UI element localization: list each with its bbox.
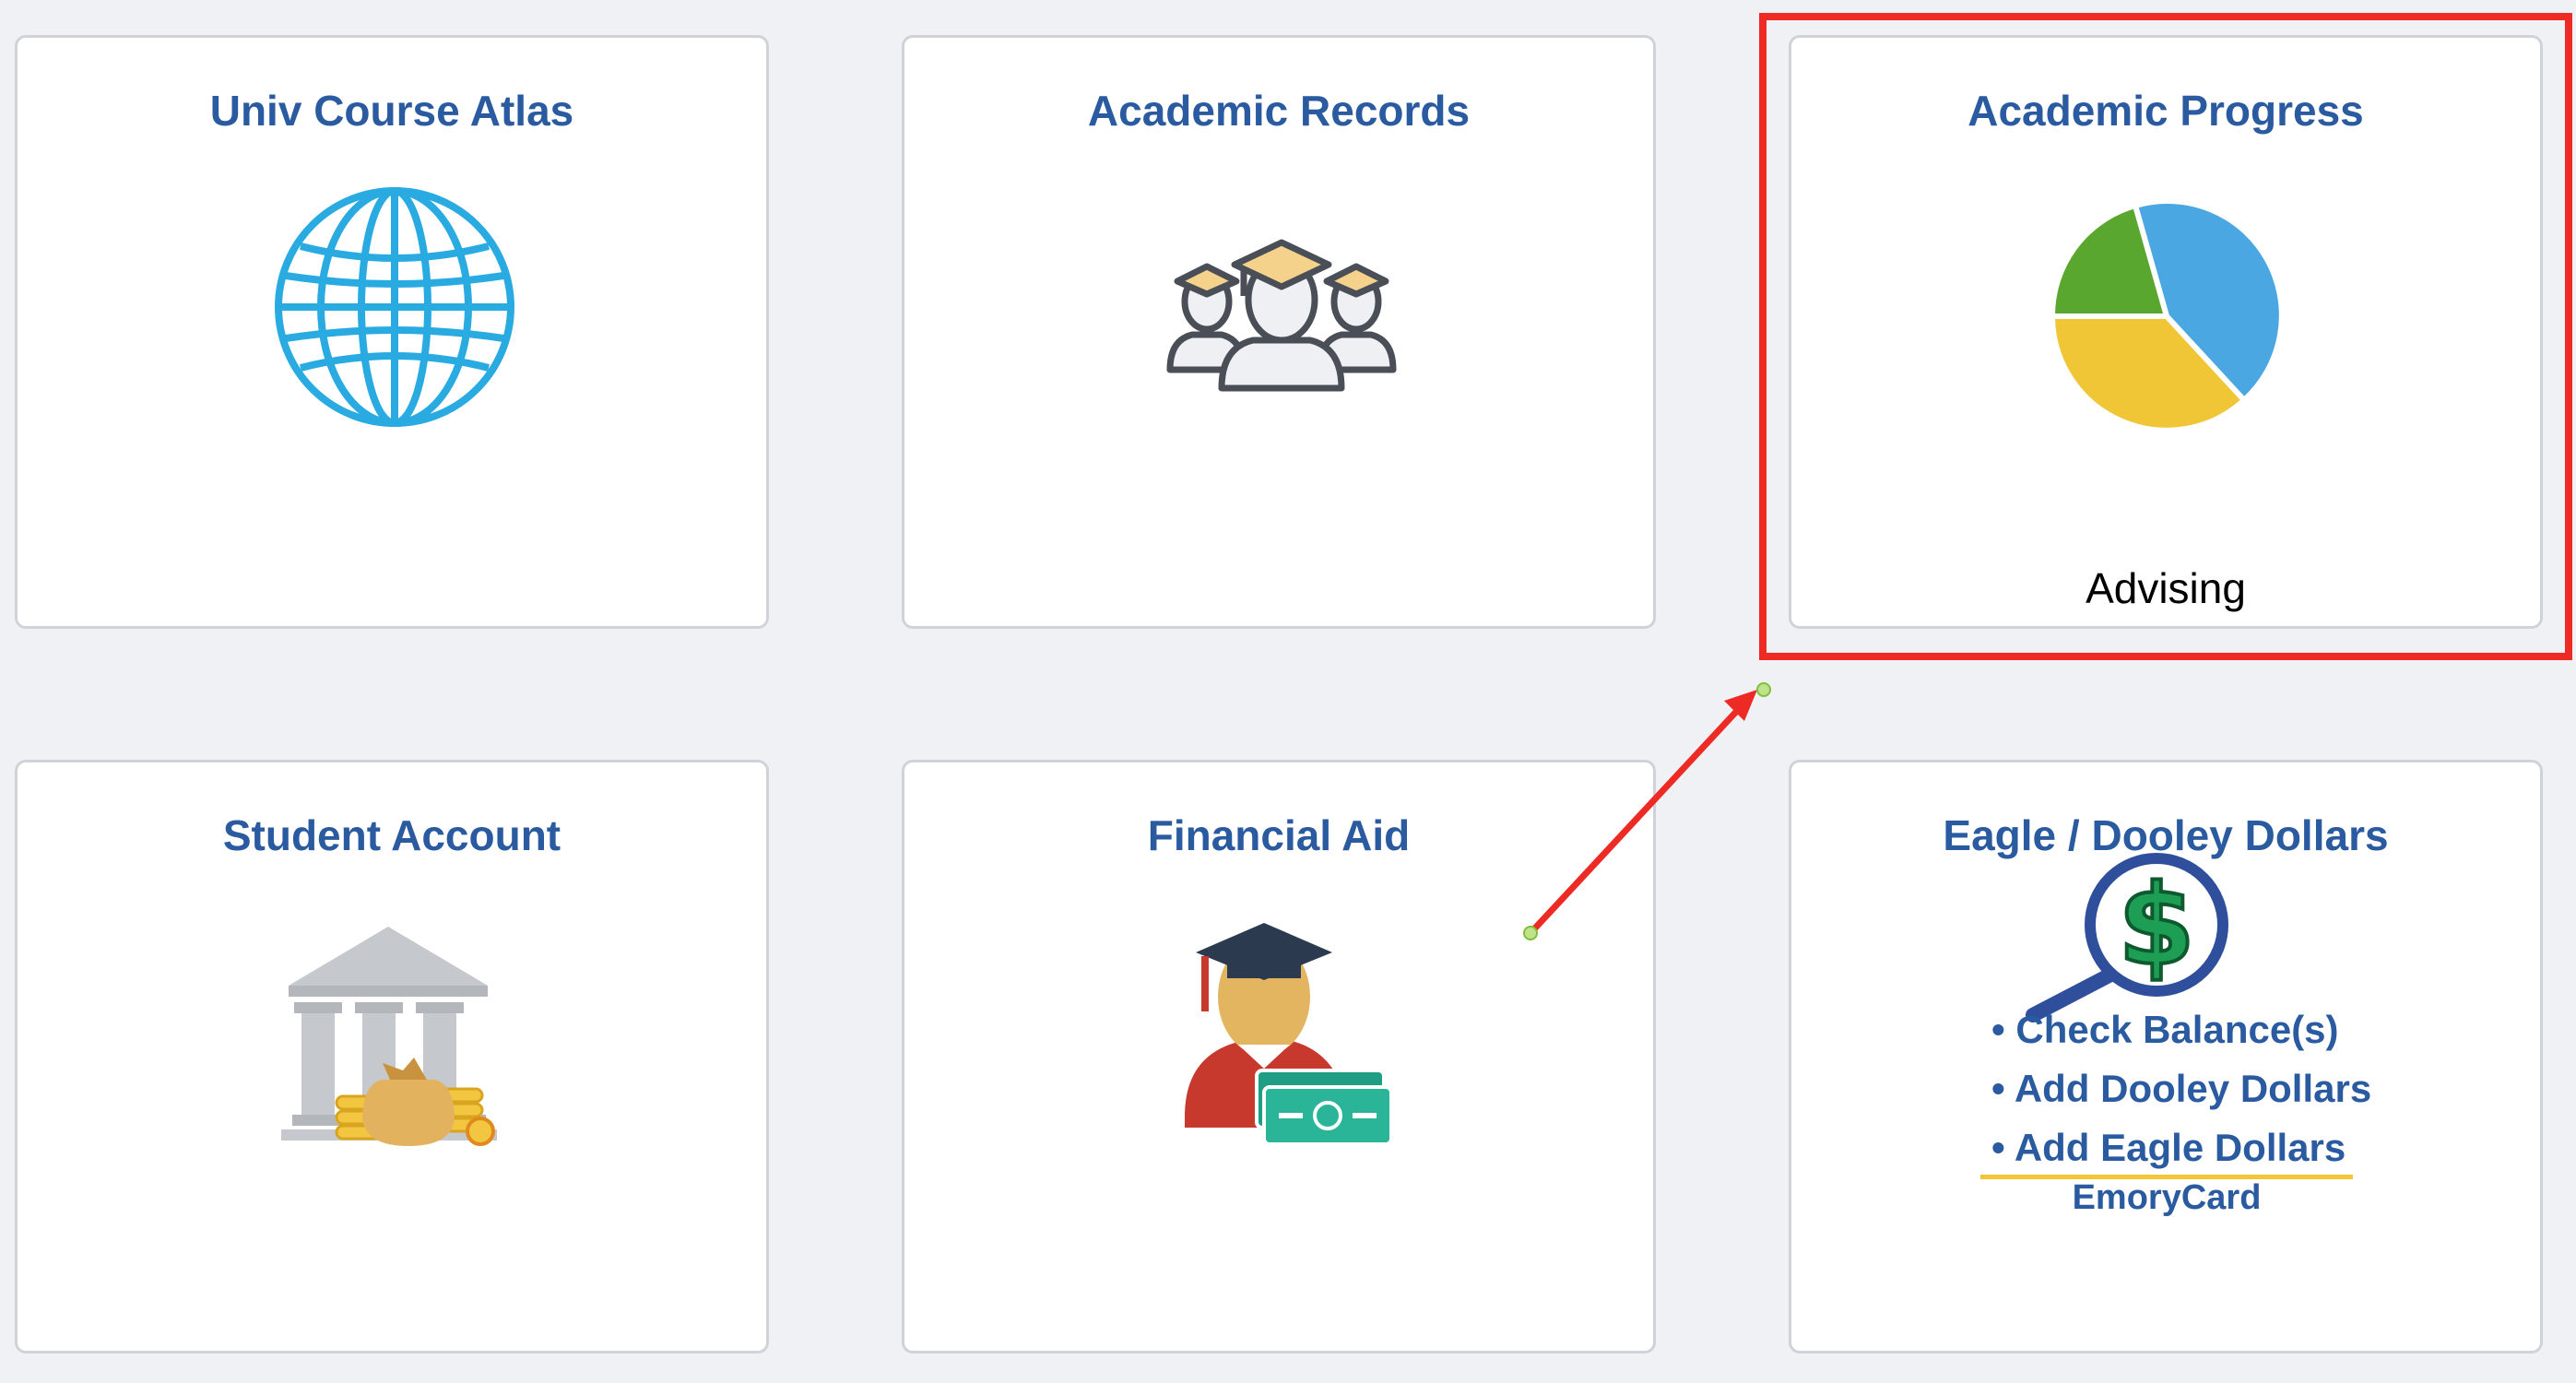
arrow-icon <box>1523 682 1771 940</box>
